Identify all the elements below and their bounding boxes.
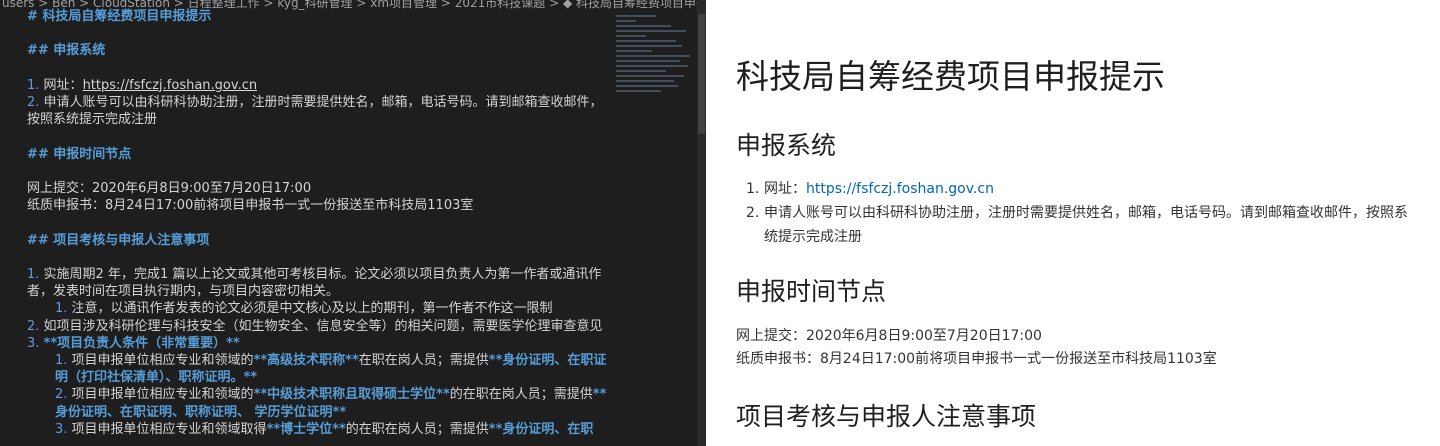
url-link[interactable]: https://fsfczj.foshan.gov.cn — [83, 78, 258, 93]
minimap-line — [616, 65, 688, 67]
preview-heading-time: 申报时间节点 — [736, 277, 887, 306]
minimap[interactable] — [616, 12, 694, 142]
list-number: 1. — [27, 266, 44, 282]
code-bold: **中级技术职称且取得硕士学位** — [253, 387, 450, 403]
list-number: 2. — [746, 205, 760, 221]
code-bold: **博士学位** — [266, 421, 346, 437]
code-line[interactable]: ## 项目考核与申报人注意事项 — [27, 232, 612, 249]
code-text: 申请人账号可以由科研科协助注册，注册时需要提供姓名，邮箱，电话号码。请到邮箱查收… — [27, 94, 603, 128]
code-text: 项目申报单位相应专业和领域取得 — [71, 421, 267, 437]
url-link[interactable]: https://fsfczj.foshan.gov.cn — [806, 181, 994, 197]
code-line[interactable]: 纸质申报书：8月24日17:00前将项目申报书一式一份报送至市科技局1103室 — [27, 197, 612, 214]
list-number: 3. — [55, 421, 72, 437]
code-text: 如项目涉及科研伦理与科技安全（如生物安全、信息安全等）的相关问题，需要医学伦理审… — [43, 318, 603, 334]
code-line[interactable] — [27, 249, 612, 266]
editor-scrollbar[interactable] — [697, 0, 706, 446]
editor-code[interactable]: # 科技局自筹经费项目申报提示 ## 申报系统 1. 网址：https://fs… — [27, 8, 612, 438]
minimap-line — [616, 80, 674, 82]
preview-paper-time: 纸质申报书：8月24日17:00前将项目申报书一式一份报送至市科技局1103室 — [736, 351, 1217, 367]
list-number: 1. — [746, 181, 760, 197]
code-line[interactable]: 2. 申请人账号可以由科研科协助注册，注册时需要提供姓名，邮箱，电话号码。请到邮… — [27, 94, 612, 128]
code-text: 在职在岗人员；需提供 — [358, 352, 489, 368]
code-text: 的在职在岗人员；需提供 — [449, 387, 593, 403]
code-line[interactable]: 1. 注意，以通讯作者发表的论文必须是中文核心及以上的期刊，第一作者不作这一限制 — [27, 300, 612, 317]
code-text: 实施周期2 年，完成1 篇以上论文或其他可考核目标。论文必须以项目负责人为第一作… — [27, 266, 602, 300]
list-number: 2. — [27, 318, 44, 334]
minimap-line — [616, 35, 646, 37]
minimap-line — [616, 85, 678, 87]
preview-online-time: 网上提交：2020年6月8日9:00至7月20日17:00 — [736, 328, 1042, 344]
list-number: 2. — [55, 387, 72, 403]
code-text: 项目申报单位相应专业和领域的 — [71, 352, 254, 368]
code-line[interactable] — [27, 60, 612, 77]
code-line[interactable]: 1. 实施周期2 年，完成1 篇以上论文或其他可考核目标。论文必须以项目负责人为… — [27, 266, 612, 300]
code-text: 项目申报单位相应专业和领域的 — [71, 387, 254, 403]
list-number: 1. — [55, 352, 72, 368]
scrollbar-thumb[interactable] — [698, 14, 705, 134]
markdown-preview[interactable]: 科技局自筹经费项目申报提示 申报系统 1. 网址：https://fsfczj.… — [706, 0, 1440, 446]
code-line[interactable] — [27, 128, 612, 145]
preview-heading-notes: 项目考核与申报人注意事项 — [736, 402, 1037, 431]
code-line[interactable]: 3. 项目申报单位相应专业和领域取得**博士学位**的在职在岗人员；需提供**身… — [27, 421, 612, 438]
list-item: 2. 申请人账号可以由科研科协助注册，注册时需要提供姓名，邮箱，电话号码。请到邮… — [746, 201, 1414, 249]
list-text: 申请人账号可以由科研科协助注册，注册时需要提供姓名，邮箱，电话号码。请到邮箱查收… — [764, 205, 1408, 245]
code-bold: **项目负责人条件（非常重要）** — [43, 335, 240, 351]
code-line[interactable]: 2. 如项目涉及科研伦理与科技安全（如生物安全、信息安全等）的相关问题，需要医学… — [27, 318, 612, 335]
list-text: 网址： — [764, 181, 806, 197]
code-bold: **高级技术职称** — [253, 352, 359, 368]
code-line[interactable]: 2. 项目申报单位相应专业和领域的**中级技术职称且取得硕士学位**的在职在岗人… — [27, 386, 612, 420]
code-line[interactable]: 网上提交：2020年6月8日9:00至7月20日17:00 — [27, 180, 612, 197]
code-line[interactable]: 3. **项目负责人条件（非常重要）** — [27, 335, 612, 352]
markdown-editor[interactable]: users > Ben > CloudStation > 日程整理工作 > ky… — [0, 0, 706, 446]
code-line[interactable] — [27, 25, 612, 42]
minimap-line — [616, 40, 676, 42]
minimap-line — [616, 20, 636, 22]
minimap-line — [616, 45, 682, 47]
code-bold: **身份证明、在职 — [488, 421, 594, 437]
code-text: 网址： — [43, 77, 83, 93]
code-line[interactable] — [27, 163, 612, 180]
list-number: 1. — [27, 77, 44, 93]
code-line[interactable] — [27, 214, 612, 231]
list-number: 3. — [27, 335, 44, 351]
list-item: 1. 网址：https://fsfczj.foshan.gov.cn — [746, 177, 1414, 201]
minimap-line — [616, 90, 661, 92]
minimap-line — [616, 70, 666, 72]
code-line[interactable]: ## 申报时间节点 — [27, 146, 612, 163]
minimap-line — [616, 25, 671, 27]
code-line[interactable]: # 科技局自筹经费项目申报提示 — [27, 8, 612, 25]
minimap-line — [616, 50, 652, 52]
list-number: 2. — [27, 94, 44, 110]
preview-list-system: 1. 网址：https://fsfczj.foshan.gov.cn 2. 申请… — [746, 177, 1414, 249]
code-text: 的在职在岗人员；需提供 — [345, 421, 489, 437]
minimap-line — [616, 60, 680, 62]
preview-heading-system: 申报系统 — [736, 131, 837, 160]
minimap-line — [616, 15, 656, 17]
minimap-line — [616, 75, 684, 77]
code-text: 注意，以通讯作者发表的论文必须是中文核心及以上的期刊，第一作者不作这一限制 — [71, 301, 553, 317]
minimap-line — [616, 55, 690, 57]
code-line[interactable]: ## 申报系统 — [27, 42, 612, 59]
minimap-line — [616, 30, 686, 32]
code-line[interactable]: 1. 网址：https://fsfczj.foshan.gov.cn — [27, 77, 612, 94]
preview-title: 科技局自筹经费项目申报提示 — [736, 57, 1165, 96]
code-line[interactable]: 1. 项目申报单位相应专业和领域的**高级技术职称**在职在岗人员；需提供**身… — [27, 352, 612, 386]
list-number: 1. — [55, 301, 72, 317]
